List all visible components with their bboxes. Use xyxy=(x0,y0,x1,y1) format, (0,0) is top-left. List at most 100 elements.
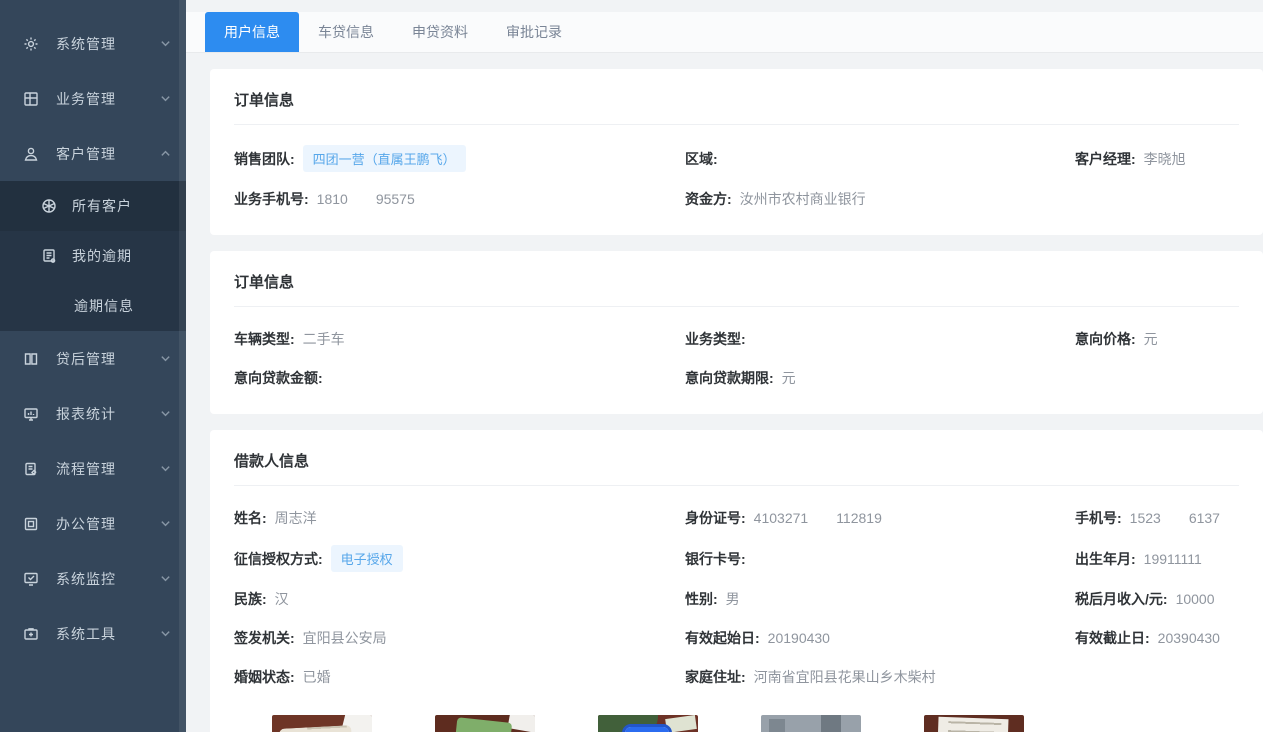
field-value: 19911111 xyxy=(1144,551,1202,567)
sidebar-item-label: 系统工具 xyxy=(56,624,160,644)
field-income: 税后月收入/元: 10000 xyxy=(1075,587,1239,611)
field-label: 税后月收入/元: xyxy=(1075,589,1168,609)
sidebar-item-my-overdue[interactable]: 我的逾期 xyxy=(0,231,186,281)
sidebar-item-system-tools[interactable]: 系统工具 xyxy=(0,606,186,661)
field-sales-team: 销售团队: 四团一营（直属王鹏飞） xyxy=(234,145,685,172)
field-ethnic: 民族: 汉 xyxy=(234,587,685,611)
sidebar-item-overdue-info[interactable]: 逾期信息 xyxy=(0,281,186,331)
field-label: 意向贷款期限: xyxy=(685,368,774,388)
field-intent-term: 意向贷款期限: 元 xyxy=(685,366,1075,390)
sidebar-item-postloan-management[interactable]: 贷后管理 xyxy=(0,331,186,386)
loan-intent-card: 订单信息 车辆类型: 二手车 业务类型: 意向价格: 元 意向贷款金额: xyxy=(210,251,1263,414)
sidebar-item-label: 业务管理 xyxy=(56,89,160,109)
sales-team-tag[interactable]: 四团一营（直属王鹏飞） xyxy=(303,145,466,172)
sidebar-scrollbar[interactable] xyxy=(179,0,186,732)
photo-item[interactable]: 人车照 xyxy=(761,715,861,732)
clipboard-icon xyxy=(22,460,40,478)
field-label: 婚姻状态: xyxy=(234,667,295,687)
sidebar-item-label: 流程管理 xyxy=(56,459,160,479)
field-label: 姓名: xyxy=(234,508,267,528)
sidebar-item-system-management[interactable]: 系统管理 xyxy=(0,16,186,71)
tab-approval-records[interactable]: 审批记录 xyxy=(487,12,581,52)
tab-car-loan-info[interactable]: 车贷信息 xyxy=(299,12,393,52)
sidebar-item-system-monitor[interactable]: 系统监控 xyxy=(0,551,186,606)
field-label: 民族: xyxy=(234,589,267,609)
credit-auth-tag[interactable]: 电子授权 xyxy=(331,545,403,572)
sidebar-item-office-management[interactable]: 办公管理 xyxy=(0,496,186,551)
field-empty xyxy=(1075,665,1239,689)
id-card-photo[interactable] xyxy=(272,715,372,732)
field-value: 元 xyxy=(1144,329,1158,349)
field-value: 男 xyxy=(726,589,740,609)
field-empty xyxy=(1075,366,1239,390)
customers-icon xyxy=(40,197,58,215)
field-name: 姓名: 周志洋 xyxy=(234,506,685,530)
field-label: 手机号: xyxy=(1075,508,1122,528)
field-value: 二手车 xyxy=(303,329,345,349)
photo-item[interactable]: 结婚证明 xyxy=(924,715,1024,732)
monitor-check-icon xyxy=(22,570,40,588)
field-region: 区域: xyxy=(685,145,1075,172)
field-bank-card: 银行卡号: xyxy=(685,545,1075,572)
book-icon xyxy=(22,350,40,368)
field-value: 15236137 xyxy=(1130,510,1220,526)
tab-bar: 用户信息 车贷信息 申贷资料 审批记录 xyxy=(186,12,1263,53)
field-label: 区域: xyxy=(685,149,718,169)
document-photos: 身份证 驾驶证副页 征信授权 xyxy=(272,715,1239,732)
sidebar-item-label: 办公管理 xyxy=(56,514,160,534)
borrower-fields: 姓名: 周志洋 身份证号: 4103271112819 手机号: 1523613… xyxy=(234,486,1239,689)
sidebar-item-process-management[interactable]: 流程管理 xyxy=(0,441,186,496)
field-value: 已婚 xyxy=(303,667,331,687)
card-title: 借款人信息 xyxy=(234,450,1239,486)
field-label: 销售团队: xyxy=(234,149,295,169)
field-credit-auth: 征信授权方式: 电子授权 xyxy=(234,545,685,572)
phone-qr-photo[interactable] xyxy=(598,715,698,732)
sidebar-item-customer-management[interactable]: 客户管理 xyxy=(0,126,186,181)
user-icon xyxy=(22,145,40,163)
field-value: 20390430 xyxy=(1158,630,1220,646)
tab-label: 申贷资料 xyxy=(412,22,468,42)
tab-label: 审批记录 xyxy=(506,22,562,42)
field-business-phone: 业务手机号: 181095575 xyxy=(234,187,685,211)
field-intent-price: 意向价格: 元 xyxy=(1075,327,1239,351)
field-label: 有效截止日: xyxy=(1075,628,1150,648)
photo-item[interactable]: 征信授权 xyxy=(598,715,698,732)
field-value: 10000 xyxy=(1176,591,1215,607)
sidebar-item-label: 系统管理 xyxy=(56,34,160,54)
field-value: 元 xyxy=(782,368,796,388)
sidebar-item-label: 报表统计 xyxy=(56,404,160,424)
field-label: 客户经理: xyxy=(1075,149,1136,169)
field-intent-amount: 意向贷款金额: xyxy=(234,366,685,390)
gear-icon xyxy=(22,35,40,53)
sidebar-item-label: 贷后管理 xyxy=(56,349,160,369)
field-label: 征信授权方式: xyxy=(234,549,323,569)
tab-label: 车贷信息 xyxy=(318,22,374,42)
card-title: 订单信息 xyxy=(234,89,1239,125)
main-content: 用户信息 车贷信息 申贷资料 审批记录 订单信息 销售团队: 四团一营（直属王鹏… xyxy=(186,0,1263,732)
field-empty xyxy=(1075,187,1239,211)
sidebar-item-label: 所有客户 xyxy=(72,196,172,216)
chevron-down-icon xyxy=(160,408,172,420)
photo-item[interactable]: 驾驶证副页 xyxy=(435,715,535,732)
field-value: 汝州市农村商业银行 xyxy=(740,189,866,209)
order-info-fields: 销售团队: 四团一营（直属王鹏飞） 区域: 客户经理: 李晓旭 业务手机号: 1… xyxy=(234,125,1239,211)
field-label: 资金方: xyxy=(685,189,732,209)
photo-item[interactable]: 身份证 xyxy=(272,715,372,732)
field-value: 李晓旭 xyxy=(1144,149,1186,169)
tab-loan-application-docs[interactable]: 申贷资料 xyxy=(393,12,487,52)
field-address: 家庭住址: 河南省宜阳县花果山乡木柴村 xyxy=(685,665,1075,689)
field-marital: 婚姻状态: 已婚 xyxy=(234,665,685,689)
field-value: 周志洋 xyxy=(275,508,317,528)
tab-user-info[interactable]: 用户信息 xyxy=(205,12,299,52)
app-window: 系统管理 业务管理 客户管理 所有客户 xyxy=(0,0,1263,732)
sidebar-item-report-statistics[interactable]: 报表统计 xyxy=(0,386,186,441)
paper-document-photo[interactable] xyxy=(924,715,1024,732)
field-value: 宜阳县公安局 xyxy=(303,628,387,648)
car-person-photo[interactable] xyxy=(761,715,861,732)
field-valid-to: 有效截止日: 20390430 xyxy=(1075,626,1239,650)
sidebar-submenu-customer: 所有客户 我的逾期 逾期信息 xyxy=(0,181,186,331)
redaction-patch xyxy=(1161,512,1189,526)
sidebar-item-business-management[interactable]: 业务管理 xyxy=(0,71,186,126)
sidebar-item-all-customers[interactable]: 所有客户 xyxy=(0,181,186,231)
green-booklet-photo[interactable] xyxy=(435,715,535,732)
